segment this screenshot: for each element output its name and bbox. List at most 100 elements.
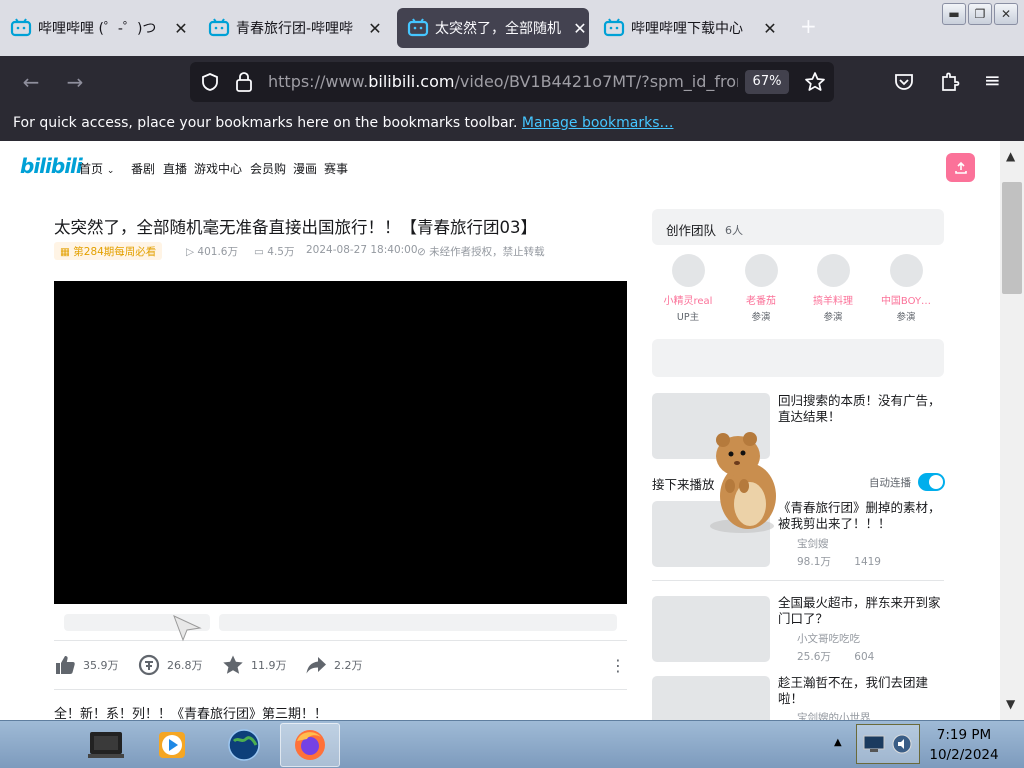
member-role: 参演 [751, 312, 771, 323]
network-icon[interactable] [863, 735, 885, 753]
rec-author[interactable]: 宝剑嫂的小世界 [797, 710, 871, 720]
cursor-icon [173, 615, 202, 642]
star-icon [223, 655, 243, 674]
taskbar-globe-app[interactable] [214, 723, 274, 767]
url-bar[interactable]: https://www.bilibili.com/video/BV1B4421o… [190, 62, 834, 102]
bilibili-logo[interactable]: bilibili [20, 154, 83, 178]
member-name[interactable]: 小精灵real [652, 292, 724, 307]
bookmarks-hint: For quick access, place your bookmarks h… [13, 115, 518, 131]
nav-home[interactable]: 首页 ⌄ [79, 160, 114, 177]
avatar[interactable] [671, 254, 705, 287]
new-tab-button[interactable]: + [800, 14, 817, 38]
tab-title: 太突然了，全部随机 [435, 21, 561, 37]
nav-bangumi[interactable]: 番剧 [131, 160, 155, 177]
like-button[interactable]: 35.9万 [54, 654, 119, 676]
team-member[interactable]: 搞羊料理 参演 [797, 254, 869, 323]
tab-title: 哔哩哔哩下载中心 [631, 21, 743, 37]
coin-button[interactable]: 26.8万 [138, 654, 203, 676]
member-name[interactable]: 中国BOY… [870, 292, 942, 307]
rec-title[interactable]: 《青春旅行团》删掉的素材，被我剪出来了！！！ [778, 500, 946, 533]
share-arrow-icon [306, 657, 326, 674]
url-text[interactable]: https://www.bilibili.com/video/BV1B4421o… [268, 72, 738, 91]
team-member[interactable]: 老番茄 参演 [725, 254, 797, 323]
danmaku-icon: ▭ [254, 246, 264, 258]
nav-live[interactable]: 直播 [163, 160, 187, 177]
volume-icon[interactable] [891, 733, 913, 755]
back-button[interactable]: ← [16, 68, 46, 96]
autoplay-toggle[interactable] [918, 473, 945, 491]
bookmarks-toolbar: For quick access, place your bookmarks h… [0, 108, 1024, 141]
taskbar-media-player[interactable] [142, 723, 202, 767]
terminal-icon [88, 732, 124, 758]
rec-stats: 25.6万 604 [797, 651, 875, 663]
show-hidden-icons[interactable]: ▲ [834, 737, 842, 748]
tab-qingchun-lvxingtuan[interactable]: 青春旅行团-哔哩哔 ✕ [208, 8, 384, 48]
tab-bilibili-home[interactable]: 哔哩哔哩 (゜-゜)つ ✕ [10, 8, 190, 48]
clock-time: 7:19 PM [936, 727, 992, 743]
bookmark-star-icon[interactable] [804, 71, 826, 93]
creator-team-count: 6人 [725, 224, 743, 237]
lock-icon[interactable] [234, 71, 254, 93]
rec-title[interactable]: 趁王瀚哲不在，我们去团建啦！ [778, 675, 946, 708]
weekly-rank-badge[interactable]: ▦ 第284期每周必看 [54, 242, 163, 260]
hamster-pet-image[interactable] [700, 426, 782, 536]
avatar[interactable] [816, 254, 850, 287]
avatar[interactable] [889, 254, 923, 287]
nav-game-center[interactable]: 游戏中心 [194, 160, 242, 177]
team-member[interactable]: 中国BOY… 参演 [870, 254, 942, 323]
nav-mall[interactable]: 会员购 [250, 160, 286, 177]
nav-bar: ← → https://www.bilibili.com/video/BV1B4… [0, 56, 1024, 108]
close-icon[interactable]: ✕ [172, 19, 190, 38]
forward-button[interactable]: → [60, 68, 90, 96]
video-player[interactable] [54, 281, 627, 604]
rec-thumbnail[interactable] [652, 596, 770, 662]
member-name[interactable]: 老番茄 [725, 292, 797, 307]
video-title: 太突然了，全部随机毫无准备直接出国旅行！！【青春旅行团03】 [54, 218, 537, 237]
rec-author[interactable]: 小文哥吃吃吃 [797, 631, 860, 646]
manage-bookmarks-link[interactable]: Manage bookmarks… [522, 115, 674, 131]
more-options-icon[interactable]: ⋮ [610, 656, 626, 675]
upload-button[interactable] [946, 153, 975, 182]
danmaku-input[interactable] [219, 614, 617, 631]
favorite-button[interactable]: 11.9万 [222, 654, 287, 676]
copyright-notice: ⊘ 未经作者授权，禁止转载 [417, 246, 545, 258]
nav-manga[interactable]: 漫画 [293, 160, 317, 177]
taskbar-clock[interactable]: 7:19 PM 10/2/2024 [924, 725, 1004, 765]
pocket-icon[interactable] [893, 71, 915, 93]
rec-title[interactable]: 全国最火超市，胖东来开到家门口了？ [778, 595, 946, 628]
shield-icon[interactable] [200, 72, 220, 92]
scroll-up-icon[interactable]: ▲ [1006, 149, 1015, 163]
extensions-icon[interactable] [938, 69, 962, 93]
chevron-down-icon: ⌄ [106, 166, 115, 176]
tab-bilibili-download[interactable]: 哔哩哔哩下载中心 ✕ [603, 8, 779, 48]
rec-author[interactable]: 宝剑嫂 [797, 536, 829, 551]
scrollbar-thumb[interactable] [1002, 182, 1022, 294]
play-count-icon: ▷ [186, 246, 195, 258]
ad-placeholder [652, 339, 944, 377]
close-window-button[interactable]: ✕ [994, 3, 1018, 25]
restore-button[interactable]: ❐ [968, 3, 992, 25]
taskbar-firefox[interactable] [280, 723, 340, 767]
tab-current-video[interactable]: 太突然了，全部随机 ✕ [397, 8, 589, 48]
minimize-button[interactable]: ▬ [942, 3, 966, 25]
team-member[interactable]: 小精灵real UP主 [652, 254, 724, 323]
close-icon[interactable]: ✕ [366, 19, 384, 38]
close-icon[interactable]: ✕ [761, 19, 779, 38]
creator-team-header: 创作团队 6人 [652, 209, 944, 245]
rec-thumbnail[interactable] [652, 676, 770, 720]
tab-title: 青春旅行团-哔哩哔 [236, 21, 354, 37]
share-button[interactable]: 2.2万 [305, 654, 363, 676]
ad-title[interactable]: 回归搜索的本质！没有广告，直达结果！ [778, 393, 946, 426]
zoom-level[interactable]: 67% [745, 70, 789, 94]
taskbar-terminal-app[interactable] [76, 723, 136, 767]
page-scrollbar[interactable]: ▲ ▼ [1000, 141, 1024, 720]
member-name[interactable]: 搞羊料理 [797, 292, 869, 307]
menu-icon[interactable]: ≡ [984, 68, 1001, 92]
danmaku-send-bar [54, 604, 627, 641]
bilibili-tv-icon [603, 18, 625, 37]
scroll-down-icon[interactable]: ▼ [1006, 697, 1015, 711]
close-icon[interactable]: ✕ [571, 19, 589, 38]
avatar[interactable] [744, 254, 778, 287]
system-tray-area [856, 724, 920, 764]
nav-esports[interactable]: 赛事 [324, 160, 348, 177]
